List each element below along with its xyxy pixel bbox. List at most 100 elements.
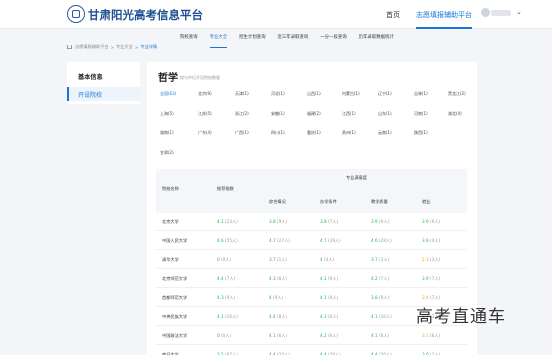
rating-cell: 3.1 (6人) [422, 333, 440, 339]
chevron-down-icon[interactable]: ⌄ [516, 8, 522, 16]
sidebar-title: 基本信息 [78, 74, 103, 81]
region-filter-item[interactable]: 湖南(1) [160, 130, 174, 136]
region-filter-item[interactable]: 江苏(5) [198, 111, 212, 117]
sidebar-item-schools[interactable]: 开设院校 [67, 87, 140, 101]
rating-cell: 4.1 (6人) [371, 333, 389, 339]
rating-cell: 4.3 (9人) [217, 295, 235, 301]
region-filter-item[interactable]: 陕西(1) [414, 130, 428, 136]
region-filter-item[interactable]: 天津(1) [235, 91, 249, 97]
region-filter-item[interactable]: 云南(1) [378, 130, 392, 136]
rating-cell: 0 (0人) [217, 333, 231, 339]
breadcrumb-separator: > [110, 44, 115, 50]
rating-count: (7人) [225, 276, 236, 281]
breadcrumb-separator: > [134, 44, 139, 50]
region-filter-item[interactable]: 山东(1) [378, 111, 392, 117]
table-row: 北京大学 4.1 (23人) 3.8 (9人) 3.8 (7人) 3.9 (9人) 3.9… [156, 213, 467, 231]
region-filter-item[interactable]: 吉林(1) [414, 91, 428, 97]
region-filter-item[interactable]: 河南(1) [414, 111, 428, 117]
col-recommend: 推荐指数 [217, 186, 234, 191]
rating-score: 3.7 [371, 257, 378, 262]
rating-score: 4.1 [217, 314, 224, 319]
region-filter-item[interactable]: 辽宁(1) [378, 91, 392, 97]
breadcrumb-current: 专业详情 [140, 44, 158, 49]
rating-cell: 4.1 (9人) [320, 276, 338, 282]
school-name-link[interactable]: 北京师范大学 [162, 276, 187, 282]
rating-score: 3.8 [320, 219, 327, 224]
top-header: 甘肃阳光高考信息平台 首页 志愿填报辅助平台 ⌄ [0, 0, 552, 29]
site-logo-icon[interactable] [67, 5, 85, 23]
region-filter-item[interactable]: 福建(2) [307, 111, 321, 117]
region-filter-item[interactable]: 广西(1) [235, 130, 249, 136]
region-filter-item[interactable]: 内蒙古(1) [342, 91, 360, 97]
region-filter-item[interactable]: 全国(63) [160, 91, 176, 97]
tab-history-stats[interactable]: 历年录取数据统计 [359, 34, 394, 44]
user-avatar[interactable] [481, 8, 490, 17]
tab-score-rank[interactable]: 一分一段查询 [320, 34, 346, 44]
rating-count: (55人) [225, 238, 238, 243]
school-name-link[interactable]: 北京大学 [162, 219, 179, 225]
breadcrumb-item[interactable]: 专业大全 [116, 44, 133, 50]
rating-count: (8人) [277, 314, 288, 319]
region-filter-item[interactable]: 浙江(2) [235, 111, 249, 117]
region-filter-item[interactable]: 黑龙江(2) [448, 91, 466, 97]
rating-score: 4.4 [217, 276, 224, 281]
tab-enroll-plan[interactable]: 招生计划查询 [239, 34, 265, 44]
col-overall: 综合情况 [269, 199, 286, 204]
table-row: 北京师范大学 4.4 (7人) 4.3 (8人) 4.1 (9人) 4.2 (7人) 3.… [156, 270, 467, 288]
breadcrumb-item[interactable]: 志愿填报辅助平台 [75, 44, 109, 50]
region-filter-item[interactable]: 湖北(4) [448, 111, 462, 117]
region-filter-item[interactable]: 江西(1) [342, 111, 356, 117]
rating-count: (1人) [277, 257, 288, 262]
nav-helper-link[interactable]: 志愿填报辅助平台 [416, 10, 472, 20]
site-title[interactable]: 甘肃阳光高考信息平台 [88, 7, 203, 23]
home-icon[interactable] [67, 45, 72, 49]
school-name-link[interactable]: 中国人民大学 [162, 238, 187, 244]
rating-cell: 4 (4人) [320, 257, 334, 263]
region-filter-item[interactable]: 甘肃(2) [160, 150, 174, 156]
region-filter-item[interactable]: 河北(1) [271, 91, 285, 97]
school-name-link[interactable]: 中国政法大学 [162, 333, 187, 339]
region-filter-item[interactable]: 重庆(1) [307, 130, 321, 136]
school-name-link[interactable]: 清华大学 [162, 257, 179, 263]
rating-count: (27人) [277, 238, 290, 243]
table-header: 院校名称 推荐指数 专业满意度 综合情况 办学条件 教学质量 就业 [156, 169, 467, 213]
rating-cell: 3.4 (7人) [422, 295, 440, 301]
region-filter-item[interactable]: 安徽(1) [271, 111, 285, 117]
rating-cell: 4 (9人) [269, 295, 283, 301]
rating-cell: 0 (0人) [217, 257, 231, 263]
rating-count: (29人) [328, 238, 341, 243]
rating-cell: 2.3 (3人) [422, 257, 440, 263]
region-filter-item[interactable]: 广东(4) [198, 130, 212, 136]
rating-count: (9人) [430, 219, 441, 224]
rating-count: (0人) [221, 333, 232, 338]
tab-admission-3y[interactable]: 近三年录取查询 [278, 34, 309, 44]
rating-count: (4人) [324, 257, 335, 262]
region-filter-item[interactable]: 北京(9) [198, 91, 212, 97]
rating-cell: 3.8 (9人) [371, 295, 389, 301]
rating-score: 0 [217, 257, 220, 262]
tab-major-list[interactable]: 专业大全 [209, 34, 227, 48]
school-name-link[interactable]: 首都师范大学 [162, 295, 187, 301]
rating-score: 4.1 [320, 276, 327, 281]
rating-count: (9人) [379, 295, 390, 300]
rating-score: 4.7 [269, 238, 276, 243]
rating-cell: 3.9 (7人) [422, 276, 440, 282]
col-employment: 就业 [422, 199, 431, 204]
rating-score: 4.4 [269, 314, 276, 319]
nav-home-link[interactable]: 首页 [386, 10, 400, 20]
region-filter-item[interactable]: 上海(5) [160, 111, 174, 117]
rating-cell: 3.9 (4人) [422, 238, 440, 244]
region-filter-item[interactable]: 贵州(1) [342, 130, 356, 136]
user-name-blurred[interactable] [491, 10, 511, 16]
rating-cell: 4.3 (8人) [269, 276, 287, 282]
rating-cell: 4.7 (27人) [269, 238, 290, 244]
rating-count: (6人) [430, 333, 441, 338]
school-name-link[interactable]: 中央民族大学 [162, 314, 187, 320]
region-filter-item[interactable]: 四川(1) [271, 130, 285, 136]
tab-school-search[interactable]: 院校查询 [180, 34, 198, 44]
region-filter-item[interactable]: 山西(1) [307, 91, 321, 97]
rating-count: (23人) [225, 219, 238, 224]
rating-cell: 4.2 (7人) [371, 276, 389, 282]
rating-score: 3.9 [371, 219, 378, 224]
major-title: 哲学 [158, 73, 178, 84]
